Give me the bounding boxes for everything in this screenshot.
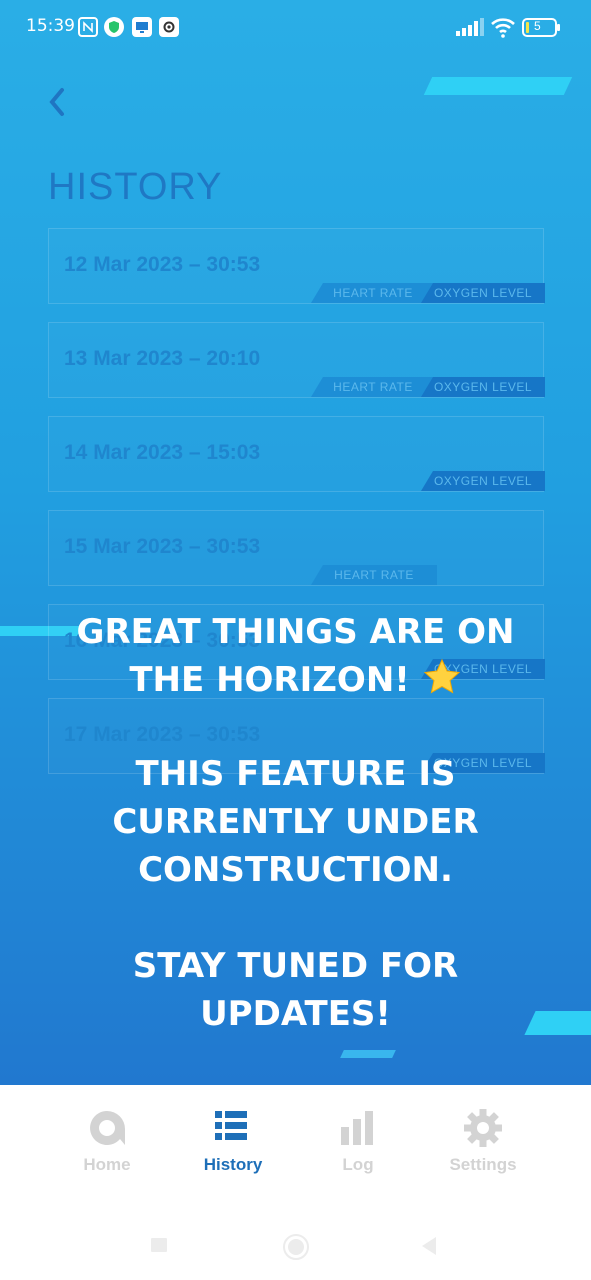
page-title: HISTORY (48, 166, 223, 208)
tag-heart-rate: HEART RATE (311, 377, 435, 397)
tag-heart-rate: HEART RATE (311, 565, 437, 585)
nav-log-label: Log (342, 1155, 374, 1174)
record-icon (159, 17, 179, 37)
battery-level: 5 (534, 19, 541, 33)
card-date: 15 Mar 2023 – 30:53 (64, 535, 261, 558)
history-card[interactable]: 15 Mar 2023 – 30:53 HEART RATE (48, 510, 544, 586)
history-card[interactable]: 12 Mar 2023 – 30:53 HEART RATE OXYGEN LE… (48, 228, 545, 304)
nav-settings-label: Settings (449, 1155, 517, 1174)
bar-chart-icon (341, 1111, 373, 1145)
system-nav-bar (0, 1215, 591, 1280)
wifi-icon (491, 18, 515, 38)
tag-oxygen-level: OXYGEN LEVEL (421, 471, 545, 491)
tag-oxygen-level: OXYGEN LEVEL (421, 377, 545, 397)
nfc-icon (78, 17, 98, 37)
home-button-icon[interactable] (282, 1233, 310, 1261)
status-bar: 15:39 5 (0, 0, 591, 56)
nav-log[interactable]: Log (298, 1107, 418, 1175)
battery-icon: 5 (522, 18, 562, 37)
construction-message: GREAT THINGS ARE ON THE HORIZON! THIS FE… (0, 608, 591, 1038)
nav-history-label: History (203, 1155, 263, 1174)
message-body: THIS FEATURE IS CURRENTLY UNDER CONSTRUC… (112, 754, 479, 890)
nav-home-label: Home (83, 1155, 131, 1174)
tag-heart-rate: HEART RATE (311, 283, 435, 303)
history-card[interactable]: 14 Mar 2023 – 15:03 OXYGEN LEVEL (48, 416, 545, 492)
star-icon (423, 658, 460, 694)
message-footer: STAY TUNED FOR UPDATES! (132, 946, 459, 1034)
nav-settings[interactable]: Settings (423, 1107, 543, 1175)
signal-icon (456, 18, 484, 36)
bottom-nav: Home History Log Settings (0, 1085, 591, 1215)
chevron-left-icon[interactable] (40, 82, 80, 122)
nav-home[interactable]: Home (47, 1107, 167, 1175)
back-button-icon[interactable] (418, 1235, 440, 1257)
card-date: 12 Mar 2023 – 30:53 (64, 253, 261, 276)
tag-oxygen-level: OXYGEN LEVEL (421, 283, 545, 303)
card-date: 13 Mar 2023 – 20:10 (64, 347, 261, 370)
nav-history[interactable]: History (173, 1107, 293, 1175)
list-icon (215, 1111, 247, 1140)
home-logo-icon (90, 1111, 125, 1145)
message-headline: GREAT THINGS ARE ON THE HORIZON! (0, 608, 591, 704)
shield-icon (104, 17, 124, 37)
screen-icon (132, 17, 152, 37)
decor-stripe (340, 1050, 396, 1058)
decor-stripe (423, 77, 573, 95)
screen: 15:39 5 HISTORY 12 Mar 2023 – 30:53 HEAR… (0, 0, 591, 1085)
card-date: 14 Mar 2023 – 15:03 (64, 441, 261, 464)
history-card[interactable]: 13 Mar 2023 – 20:10 HEART RATE OXYGEN LE… (48, 322, 545, 398)
gear-icon (464, 1109, 502, 1147)
status-time: 15:39 (26, 16, 75, 36)
recents-icon[interactable] (149, 1235, 169, 1255)
